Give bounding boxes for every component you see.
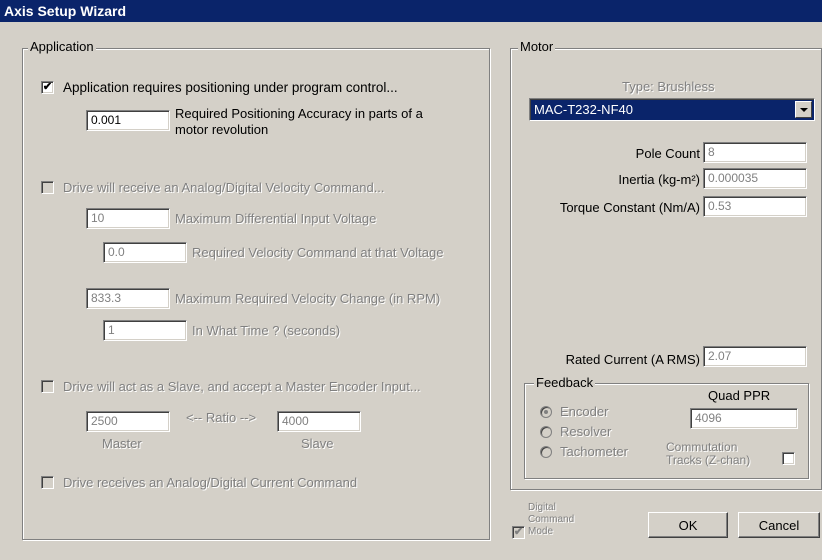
slave-ratio-input[interactable]: 4000 bbox=[277, 411, 361, 432]
quad-ppr-label: Quad PPR bbox=[708, 388, 771, 403]
motor-type-label: Type: Brushless bbox=[622, 79, 715, 94]
cancel-button[interactable]: Cancel bbox=[738, 512, 820, 538]
velocity-command-checkbox[interactable] bbox=[41, 181, 54, 194]
encoder-radio[interactable] bbox=[540, 406, 552, 418]
torque-constant-label: Torque Constant (Nm/A) bbox=[559, 200, 700, 215]
max-velocity-change-input[interactable]: 833.3 bbox=[86, 288, 170, 309]
quad-ppr-input[interactable]: 4096 bbox=[690, 408, 798, 429]
application-group-label: Application bbox=[28, 39, 96, 54]
time-seconds-label: In What Time ? (seconds) bbox=[192, 323, 341, 338]
max-voltage-label: Maximum Differential Input Voltage bbox=[175, 211, 377, 226]
ok-button[interactable]: OK bbox=[648, 512, 728, 538]
master-ratio-input[interactable]: 2500 bbox=[86, 411, 170, 432]
ratio-label: <-- Ratio --> bbox=[186, 410, 257, 425]
slave-mode-checkbox-label[interactable]: Drive will act as a Slave, and accept a … bbox=[63, 379, 421, 394]
feedback-group-label: Feedback bbox=[534, 375, 596, 390]
positioning-accuracy-input[interactable]: 0.001 bbox=[86, 110, 170, 131]
motor-model-select[interactable]: MAC-T232-NF40 bbox=[529, 98, 815, 121]
slave-label: Slave bbox=[301, 436, 334, 451]
required-velocity-input[interactable]: 0.0 bbox=[103, 242, 187, 263]
current-command-checkbox[interactable] bbox=[41, 476, 54, 489]
digital-command-label-line3: Mode bbox=[528, 526, 554, 537]
window-title: Axis Setup Wizard bbox=[0, 0, 822, 22]
commutation-tracks-checkbox[interactable] bbox=[782, 452, 795, 465]
rated-current-label: Rated Current (A RMS) bbox=[565, 352, 700, 367]
digital-command-label-line1: Digital bbox=[528, 502, 556, 513]
resolver-radio[interactable] bbox=[540, 426, 552, 438]
pole-count-label: Pole Count bbox=[635, 146, 700, 161]
positioning-checkbox-label[interactable]: Application requires positioning under p… bbox=[63, 80, 398, 95]
inertia-input[interactable]: 0.000035 bbox=[703, 168, 807, 189]
encoder-radio-label[interactable]: Encoder bbox=[560, 404, 608, 419]
pole-count-input[interactable]: 8 bbox=[703, 142, 807, 163]
tachometer-radio-label[interactable]: Tachometer bbox=[560, 444, 628, 459]
resolver-radio-label[interactable]: Resolver bbox=[560, 424, 611, 439]
time-seconds-input[interactable]: 1 bbox=[103, 320, 187, 341]
motor-group-label: Motor bbox=[518, 39, 556, 54]
accuracy-label-line1: Required Positioning Accuracy in parts o… bbox=[175, 106, 423, 121]
max-velocity-change-label: Maximum Required Velocity Change (in RPM… bbox=[175, 291, 441, 306]
axis-setup-dialog: Axis Setup Wizard Application ✔ Applicat… bbox=[0, 0, 822, 560]
torque-constant-input[interactable]: 0.53 bbox=[703, 196, 807, 217]
required-velocity-label: Required Velocity Command at that Voltag… bbox=[192, 245, 444, 260]
velocity-command-checkbox-label[interactable]: Drive will receive an Analog/Digital Vel… bbox=[63, 180, 385, 195]
tachometer-radio[interactable] bbox=[540, 446, 552, 458]
positioning-checkbox[interactable]: ✔ bbox=[41, 81, 54, 94]
current-command-checkbox-label[interactable]: Drive receives an Analog/Digital Current… bbox=[63, 475, 357, 490]
digital-command-mode-checkbox[interactable]: ✔ bbox=[512, 526, 525, 539]
motor-model-value: MAC-T232-NF40 bbox=[534, 102, 633, 117]
rated-current-input[interactable]: 2.07 bbox=[703, 346, 807, 367]
commutation-label-line2: Tracks (Z-chan) bbox=[666, 453, 751, 467]
chevron-down-icon[interactable] bbox=[795, 101, 812, 118]
digital-command-label-line2: Command bbox=[528, 514, 575, 525]
master-label: Master bbox=[102, 436, 142, 451]
max-voltage-input[interactable]: 10 bbox=[86, 208, 170, 229]
inertia-label: Inertia (kg-m²) bbox=[618, 172, 700, 187]
accuracy-label-line2: motor revolution bbox=[175, 122, 269, 137]
slave-mode-checkbox[interactable] bbox=[41, 380, 54, 393]
